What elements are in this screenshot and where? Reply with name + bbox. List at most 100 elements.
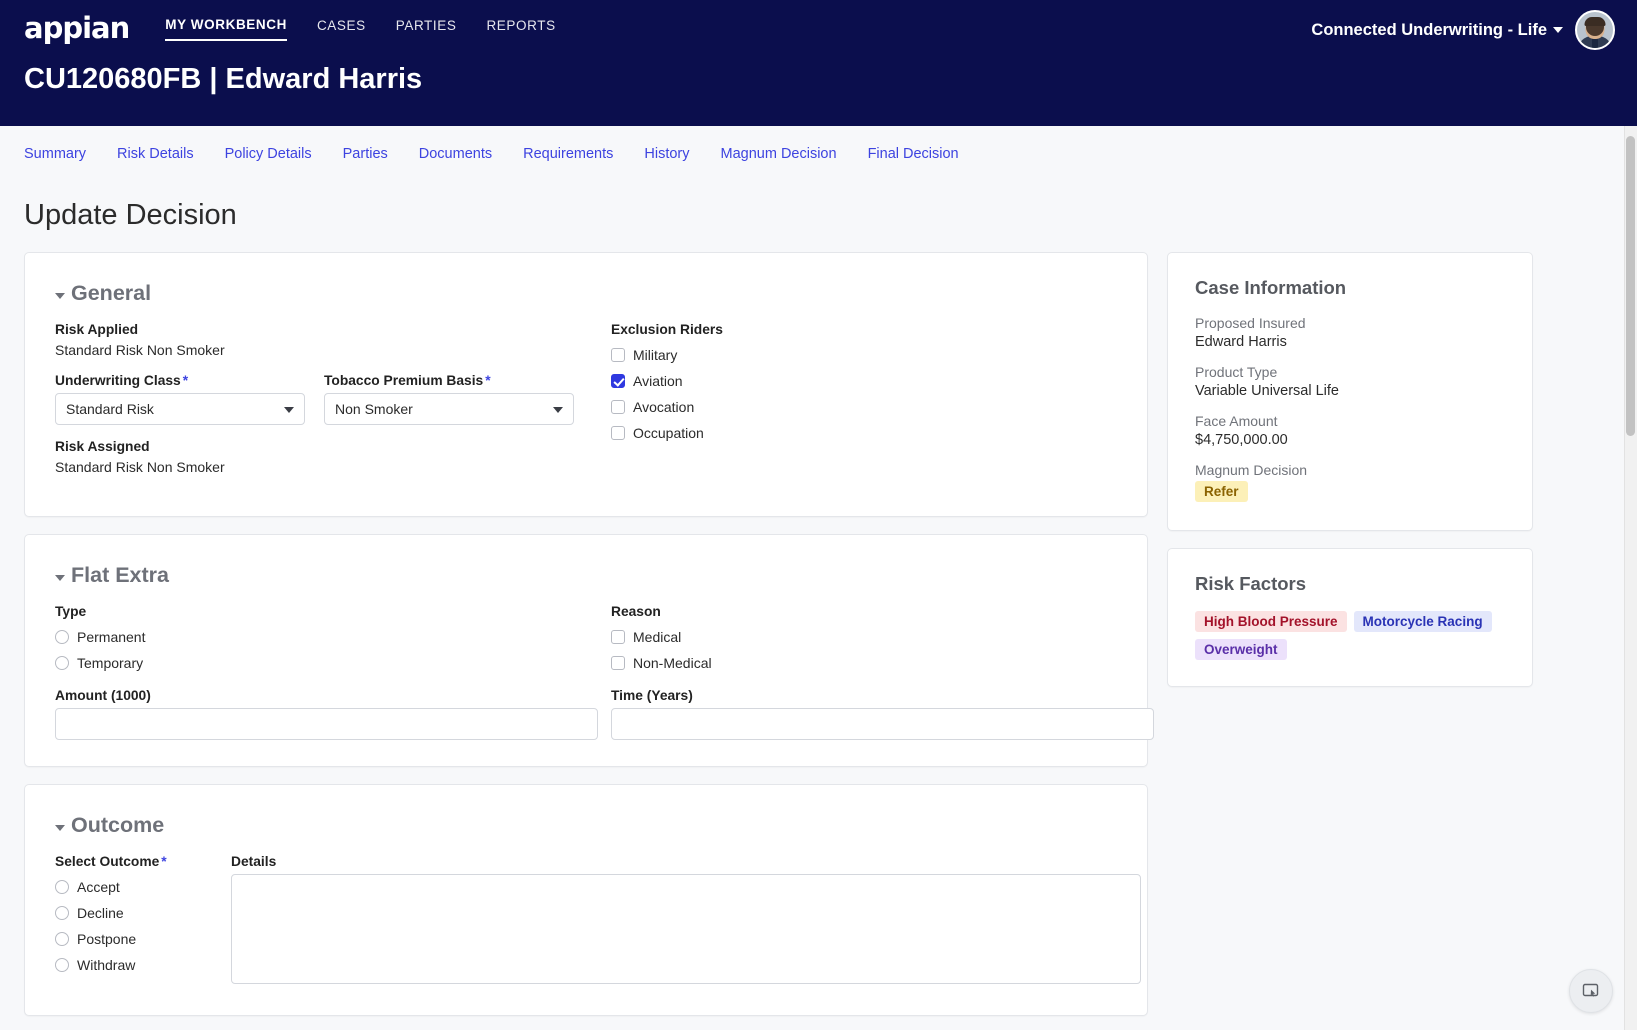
case-title: CU120680FB | Edward Harris	[24, 63, 423, 95]
tobacco-premium-basis-value: Non Smoker	[335, 401, 413, 417]
tab-risk-details[interactable]: Risk Details	[117, 146, 194, 162]
tenant-label: Connected Underwriting - Life	[1311, 20, 1547, 39]
tobacco-premium-basis-select[interactable]: Non Smoker	[324, 393, 574, 425]
proposed-insured-key: Proposed Insured	[1195, 315, 1306, 331]
outcome-row: Select Outcome * Accept Decline Postpone…	[55, 854, 1141, 989]
side-column: Case Information Proposed Insured Edward…	[1167, 252, 1533, 704]
case-tab-bar: Summary Risk Details Policy Details Part…	[0, 126, 1637, 181]
primary-nav-links: MY WORKBENCH CASES PARTIES REPORTS	[165, 17, 555, 41]
top-right-controls: Connected Underwriting - Life	[1311, 10, 1615, 50]
time-years-label: Time (Years)	[611, 688, 693, 703]
required-asterisk: *	[161, 854, 167, 869]
details-textarea[interactable]	[231, 874, 1141, 984]
checkbox-non-medical[interactable]: Non-Medical	[611, 650, 1154, 676]
radio-accept[interactable]: Accept	[55, 874, 231, 900]
checkbox-military[interactable]: Military	[611, 342, 1117, 368]
general-section-title: General	[71, 281, 152, 305]
page-scrollbar-track[interactable]	[1624, 126, 1637, 1030]
checkbox-occupation[interactable]: Occupation	[611, 420, 1117, 446]
face-amount-key: Face Amount	[1195, 413, 1278, 429]
tab-documents[interactable]: Documents	[419, 146, 492, 162]
chevron-down-icon	[284, 407, 294, 413]
time-years-input[interactable]	[611, 708, 1154, 740]
product-type-value: Variable Universal Life	[1195, 383, 1339, 399]
exclusion-riders-column: Exclusion Riders Military Aviation Avoca…	[611, 322, 1117, 490]
tab-summary[interactable]: Summary	[24, 146, 86, 162]
page-scrollbar-thumb[interactable]	[1626, 136, 1635, 436]
underwriting-class-field: Underwriting Class * Standard Risk	[55, 373, 305, 425]
checkbox-aviation[interactable]: Aviation	[611, 368, 1117, 394]
chevron-down-icon	[55, 824, 65, 831]
tab-parties[interactable]: Parties	[343, 146, 388, 162]
radio-label: Withdraw	[77, 957, 136, 973]
radio-icon	[55, 932, 69, 946]
risk-factor-tag: Overweight	[1195, 639, 1287, 660]
risk-factors-title: Risk Factors	[1195, 573, 1307, 594]
checkbox-icon	[611, 630, 625, 644]
risk-assigned-label: Risk Assigned	[55, 439, 150, 454]
main-column: General Risk Applied Standard Risk Non S…	[24, 252, 1154, 1030]
amount-input-wrap	[55, 708, 598, 740]
tab-policy-details[interactable]: Policy Details	[225, 146, 312, 162]
radio-label: Temporary	[77, 655, 144, 671]
radio-postpone[interactable]: Postpone	[55, 926, 231, 952]
risk-applied-label: Risk Applied	[55, 322, 139, 337]
nav-link-cases[interactable]: CASES	[317, 18, 366, 40]
status-badge: Refer	[1195, 481, 1248, 502]
avatar-hair	[1584, 17, 1606, 27]
underwriting-class-label-text: Underwriting Class	[55, 373, 181, 388]
flat-extra-type-label: Type	[55, 604, 87, 619]
tab-magnum-decision[interactable]: Magnum Decision	[721, 146, 837, 162]
general-row: Risk Applied Standard Risk Non Smoker Un…	[55, 322, 1117, 490]
radio-withdraw[interactable]: Withdraw	[55, 952, 231, 978]
radio-temporary[interactable]: Temporary	[55, 650, 611, 676]
amount-input[interactable]	[55, 708, 598, 740]
radio-decline[interactable]: Decline	[55, 900, 231, 926]
risk-factors-card: Risk Factors High Blood Pressure Motorcy…	[1167, 548, 1533, 687]
case-information-card: Case Information Proposed Insured Edward…	[1167, 252, 1533, 531]
nav-link-parties[interactable]: PARTIES	[396, 18, 457, 40]
nav-link-reports[interactable]: REPORTS	[486, 18, 555, 40]
amount-label: Amount (1000)	[55, 688, 151, 703]
chevron-down-icon	[55, 292, 65, 299]
screen-capture-button[interactable]	[1569, 969, 1613, 1013]
magnum-decision-value-wrap: Refer	[1195, 481, 1505, 502]
tab-final-decision[interactable]: Final Decision	[868, 146, 959, 162]
nav-link-my-workbench[interactable]: MY WORKBENCH	[165, 17, 287, 41]
checkbox-label: Military	[633, 347, 678, 363]
checkbox-label: Avocation	[633, 399, 695, 415]
appian-logo[interactable]: appian	[24, 14, 130, 43]
underwriting-class-select[interactable]: Standard Risk	[55, 393, 305, 425]
flat-extra-row: Type Permanent Temporary Amount (1000) R…	[55, 604, 1154, 740]
exclusion-riders-list: Military Aviation Avocation Occupation	[611, 342, 1117, 446]
chevron-down-icon	[553, 407, 563, 413]
avatar[interactable]	[1575, 10, 1615, 50]
outcome-details-column: Details	[231, 854, 1141, 989]
underwriting-class-value: Standard Risk	[66, 401, 154, 417]
exclusion-riders-label: Exclusion Riders	[611, 322, 723, 337]
checkbox-icon	[611, 426, 625, 440]
page-title: Update Decision	[24, 199, 237, 231]
screen-capture-icon	[1582, 983, 1599, 997]
radio-icon	[55, 656, 69, 670]
radio-icon	[55, 630, 69, 644]
radio-label: Decline	[77, 905, 124, 921]
face-amount-value: $4,750,000.00	[1195, 432, 1288, 448]
outcome-left-column: Select Outcome * Accept Decline Postpone…	[55, 854, 231, 989]
checkbox-medical[interactable]: Medical	[611, 624, 1154, 650]
case-information-title: Case Information	[1195, 277, 1347, 298]
checkbox-avocation[interactable]: Avocation	[611, 394, 1117, 420]
checkbox-checked-icon	[611, 374, 625, 388]
tab-requirements[interactable]: Requirements	[523, 146, 613, 162]
outcome-section-header[interactable]: Outcome	[55, 813, 1117, 838]
risk-applied-value: Standard Risk Non Smoker	[55, 342, 225, 358]
flat-extra-section-header[interactable]: Flat Extra	[55, 563, 1117, 588]
general-section-header[interactable]: General	[55, 281, 1117, 306]
chevron-down-icon	[1553, 27, 1563, 34]
radio-icon	[55, 906, 69, 920]
required-asterisk: *	[182, 373, 189, 388]
checkbox-icon	[611, 348, 625, 362]
tab-history[interactable]: History	[644, 146, 689, 162]
radio-permanent[interactable]: Permanent	[55, 624, 611, 650]
tenant-selector[interactable]: Connected Underwriting - Life	[1311, 21, 1563, 40]
